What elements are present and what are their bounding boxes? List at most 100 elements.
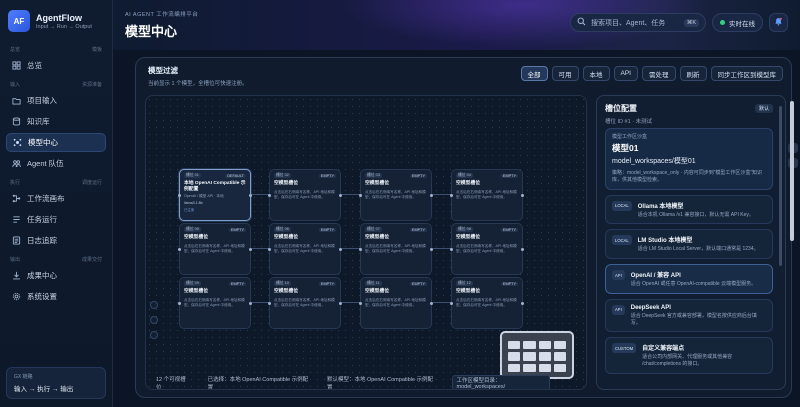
config-scrollbar[interactable] xyxy=(779,106,782,266)
project-icon xyxy=(12,96,21,105)
provider-tag: LOCAL xyxy=(612,235,632,246)
sidebar-item-overview[interactable]: 总览 xyxy=(6,56,106,75)
input-port[interactable] xyxy=(359,194,362,197)
model-slot[interactable]: 槽位 10 EMPTY 空模型槽位 点击后在右侧填写名称、API 地址和模型，保存后可… xyxy=(268,277,342,329)
zoom-out-button[interactable] xyxy=(150,316,158,324)
nav-group-hint: 成果交付 xyxy=(81,257,102,263)
footer-value: 输入 → 执行 → 输出 xyxy=(14,386,74,393)
zoom-in-button[interactable] xyxy=(150,301,158,309)
minimap-cell xyxy=(538,341,551,350)
provider-tag: LOCAL xyxy=(612,200,632,211)
model-slot[interactable]: 槽位 12 EMPTY 空模型槽位 点击后在右侧填写名称、API 地址和模型，保存后可… xyxy=(450,277,524,329)
slot-tag: EMPTY xyxy=(228,227,246,232)
model-slot[interactable]: 槽位 05 EMPTY 空模型槽位 点击后在右侧填写名称、API 地址和模型，保存后可… xyxy=(178,223,252,275)
sidebar-item-settings[interactable]: 系统设置 xyxy=(6,287,106,306)
output-port[interactable] xyxy=(521,302,524,305)
workflow-icon xyxy=(12,194,21,203)
sidebar-item-database[interactable]: 知识库 xyxy=(6,112,106,131)
filter-chip[interactable]: 刷新 xyxy=(679,66,707,81)
sidebar-nav: 总览 模板 总览 输入 资源准备 项目输入 知识库 模型中心 Agent 队伍 执行 调度运行 工作流… xyxy=(6,46,106,312)
model-slot[interactable]: 槽位 07 EMPTY 空模型槽位 点击后在右侧填写名称、API 地址和模型，保存后可… xyxy=(359,223,433,275)
model-slot[interactable]: 槽位 01 DEFAULT 本地 OpenAI Compatible 示例配置 Ope… xyxy=(178,169,252,221)
notification-button[interactable] xyxy=(769,13,788,32)
model-slot[interactable]: 槽位 02 EMPTY 空模型槽位 点击后在右侧填写名称、API 地址和模型，保存后可… xyxy=(268,169,342,221)
filter-chip[interactable]: 需处理 xyxy=(642,66,676,81)
provider-option[interactable]: LOCAL LM Studio 本地模型 适合 LM Studio Local Se… xyxy=(605,229,773,259)
nav-group-header: 输出 成果交付 xyxy=(6,256,106,263)
slot-id: 槽位 11 xyxy=(365,281,382,286)
slot-connector xyxy=(433,194,451,195)
search-input[interactable]: 搜索项目、Agent、任务 ⌘K xyxy=(570,13,706,32)
filter-chip[interactable]: 同步工作区到模型库 xyxy=(710,66,783,81)
slot-id: 槽位 05 xyxy=(184,227,201,232)
sidebar-item-team[interactable]: Agent 队伍 xyxy=(6,154,106,173)
nav-group-label: 输出 xyxy=(10,257,21,263)
online-dot-icon xyxy=(720,20,725,25)
workspace-note: 策略：model_workspace_only · 内容可同步到“模型工作区沙盒… xyxy=(612,170,763,183)
sidebar-item-model[interactable]: 模型中心 xyxy=(6,133,106,152)
provider-option[interactable]: CUSTOM 自定义兼容端点 适合公司内部网关、代理服务或其他兼容 /chat/co… xyxy=(605,337,773,374)
slot-tag: EMPTY xyxy=(228,281,246,286)
minimap-cell xyxy=(508,363,521,372)
sidebar-item-project[interactable]: 项目输入 xyxy=(6,91,106,110)
filter-chip[interactable]: API xyxy=(613,66,638,81)
output-port[interactable] xyxy=(521,194,524,197)
scrollbar-thumb[interactable] xyxy=(790,101,794,241)
provider-option[interactable]: API OpenAI / 兼容 API 适合 OpenAI 或任意 OpenAI-c… xyxy=(605,264,773,294)
slot-connector xyxy=(342,194,360,195)
input-port[interactable] xyxy=(268,194,271,197)
page-scrollbar[interactable] xyxy=(790,95,794,390)
slot-desc: 点击后在右侧填写名称、API 地址和模型，保存后可在 Agent 中使用。 xyxy=(456,190,517,200)
output-port[interactable] xyxy=(521,248,524,251)
sidebar-item-workflow[interactable]: 工作流画布 xyxy=(6,189,106,208)
input-port[interactable] xyxy=(178,194,181,197)
brand[interactable]: AF AgentFlow Input → Run → Output xyxy=(6,10,106,32)
slot-desc: 点击后在右侧填写名称、API 地址和模型，保存后可在 Agent 中使用。 xyxy=(365,298,426,308)
minimap-cell xyxy=(553,352,566,361)
model-slot[interactable]: 槽位 08 EMPTY 空模型槽位 点击后在右侧填写名称、API 地址和模型，保存后可… xyxy=(450,223,524,275)
filter-chip[interactable]: 全部 xyxy=(520,66,548,81)
nav-group-hint: 模板 xyxy=(91,47,102,53)
provider-option[interactable]: API DeepSeek API 适合 DeepSeek 官方或兼容部署，模型名按供… xyxy=(605,298,773,333)
model-slot[interactable]: 槽位 09 EMPTY 空模型槽位 点击后在右侧填写名称、API 地址和模型，保存后可… xyxy=(178,277,252,329)
nav-group: 输入 资源准备 项目输入 知识库 模型中心 Agent 队伍 xyxy=(6,81,106,173)
slot-connector xyxy=(433,302,451,303)
filter-chip[interactable]: 可用 xyxy=(551,66,579,81)
status-badge[interactable]: 实时在线 xyxy=(712,13,763,32)
model-slot[interactable]: 槽位 06 EMPTY 空模型槽位 点击后在右侧填写名称、API 地址和模型，保存后可… xyxy=(268,223,342,275)
input-port[interactable] xyxy=(359,248,362,251)
sidebar-item-log[interactable]: 日志追踪 xyxy=(6,231,106,250)
provider-body: 自定义兼容端点 适合公司内部网关、代理服务或其他兼容 /chat/completi… xyxy=(642,343,766,368)
input-port[interactable] xyxy=(450,194,453,197)
slot-connector xyxy=(342,248,360,249)
slot-canvas[interactable]: 12 个可视槽位 已选择：本地 OpenAI Compatible 示例配置 默… xyxy=(145,95,587,390)
fit-view-button[interactable] xyxy=(150,331,158,339)
input-port[interactable] xyxy=(450,302,453,305)
slot-name: 空模型槽位 xyxy=(274,181,298,186)
provider-desc: 适合 OpenAI 或任意 OpenAI-compatible 云端模型服务。 xyxy=(630,281,757,287)
provider-list: LOCAL Ollama 本地模型 适合本机 Ollama /v1 兼容接口，默认无… xyxy=(597,194,785,374)
input-port[interactable] xyxy=(178,302,181,305)
sidebar-item-run[interactable]: 任务运行 xyxy=(6,210,106,229)
input-port[interactable] xyxy=(450,248,453,251)
filter-chip[interactable]: 本地 xyxy=(582,66,610,81)
input-port[interactable] xyxy=(359,302,362,305)
slot-header: 槽位 07 EMPTY xyxy=(365,227,427,232)
model-slot[interactable]: 槽位 03 EMPTY 空模型槽位 点击后在右侧填写名称、API 地址和模型，保存后可… xyxy=(359,169,433,221)
input-port[interactable] xyxy=(268,302,271,305)
input-port[interactable] xyxy=(178,248,181,251)
model-slot[interactable]: 槽位 11 EMPTY 空模型槽位 点击后在右侧填写名称、API 地址和模型，保存后可… xyxy=(359,277,433,329)
provider-desc: 适合本机 Ollama /v1 兼容接口，默认无需 API Key。 xyxy=(637,211,754,218)
model-slot[interactable]: 槽位 04 EMPTY 空模型槽位 点击后在右侧填写名称、API 地址和模型，保存后可… xyxy=(450,169,524,221)
workspace-card[interactable]: 模型工作区沙盒 模型01 model_workspaces/模型01 策略：mo… xyxy=(605,128,773,190)
sidebar-item-output[interactable]: 成果中心 xyxy=(6,266,106,285)
provider-option[interactable]: LOCAL Ollama 本地模型 适合本机 Ollama /v1 兼容接口，默认无… xyxy=(605,194,773,225)
slot-tag: EMPTY xyxy=(409,173,427,178)
slot-config-panel: 槽位配置 槽位 ID #1 · 未测试 默认 模型工作区沙盒 模型01 mode… xyxy=(596,95,786,390)
input-port[interactable] xyxy=(268,248,271,251)
model-icon xyxy=(13,138,22,147)
provider-name: Ollama 本地模型 xyxy=(637,203,684,210)
provider-name: DeepSeek API xyxy=(630,304,671,311)
minimap[interactable] xyxy=(500,331,574,379)
minimap-cell xyxy=(508,341,521,350)
